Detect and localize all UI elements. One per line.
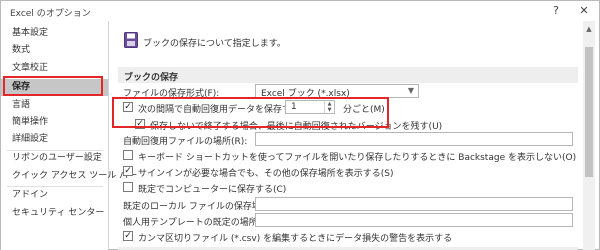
save-to-computer-label: 既定でコンピューターに保存する(C)	[138, 185, 287, 195]
options-dialog: Excel のオプション ? ✕ 基本設定 数式 文章校正 保存 言語 簡単操作…	[0, 0, 600, 250]
highlight-box-autorecover	[112, 97, 389, 128]
save-to-computer-checkbox[interactable]	[123, 182, 133, 192]
show-signin-locations-checkbox[interactable]: ✓	[123, 166, 133, 176]
template-location-label: 個人用テンプレートの既定の場所(T):	[123, 218, 274, 228]
sidebar-item-accessibility[interactable]: 簡単操作	[1, 114, 108, 131]
panel-description: ブックの保存について指定します。	[143, 39, 286, 49]
close-icon[interactable]: ✕	[577, 4, 591, 18]
save-format-dropdown[interactable]: Excel ブック (*.xlsx) ▼	[255, 84, 419, 99]
save-options-panel: ブックの保存について指定します。 ブックの保存 ファイルの保存形式(F): Ex…	[110, 21, 580, 250]
title-bar: Excel のオプション ? ✕	[1, 1, 599, 21]
sidebar-item-customize-ribbon[interactable]: リボンのユーザー設定	[1, 150, 108, 167]
section-title: ブックの保存	[124, 73, 179, 83]
options-sidebar: 基本設定 数式 文章校正 保存 言語 簡単操作 詳細設定 リボンのユーザー設定 …	[1, 21, 137, 250]
sidebar-item-quick-access-toolbar[interactable]: クイック アクセス ツール バー	[1, 168, 137, 185]
content-scrollbar[interactable]: ▲	[583, 21, 595, 250]
sidebar-item-formulas[interactable]: 数式	[1, 42, 108, 59]
no-backstage-checkbox[interactable]	[123, 150, 133, 160]
sidebar-item-general[interactable]: 基本設定	[1, 25, 108, 42]
sidebar-item-addins[interactable]: アドイン	[1, 187, 108, 204]
chevron-down-icon: ▼	[407, 86, 414, 95]
csv-warning-label: カンマ区切りファイル (*.csv) を編集するときにデータ損失の警告を表示する	[138, 234, 453, 244]
scrollbar-thumb[interactable]	[585, 47, 593, 177]
sidebar-item-trust-center[interactable]: セキュリティ センター	[1, 205, 108, 222]
local-file-location-input[interactable]	[255, 197, 573, 211]
highlight-box-save	[3, 76, 103, 96]
template-location-input[interactable]	[255, 213, 573, 227]
sidebar-item-language[interactable]: 言語	[1, 97, 108, 114]
autorecover-location-input[interactable]	[255, 132, 573, 146]
help-icon[interactable]: ?	[549, 4, 563, 18]
window-title: Excel のオプション	[10, 9, 91, 19]
section-header: ブックの保存	[118, 67, 578, 83]
csv-warning-checkbox[interactable]: ✓	[123, 231, 133, 241]
sidebar-item-proofing[interactable]: 文章校正	[1, 60, 108, 77]
no-backstage-label: キーボード ショートカットを使ってファイルを開いたり保存したりするときに Bac…	[138, 153, 577, 163]
sidebar-item-advanced[interactable]: 詳細設定	[1, 131, 108, 148]
scroll-up-icon[interactable]: ▲	[583, 23, 595, 35]
show-signin-locations-label: サインインが必要な場合でも、その他の保存場所を表示する(S)	[138, 169, 394, 179]
autorecover-location-label: 自動回復用ファイルの場所(R):	[123, 137, 248, 147]
save-disk-icon	[124, 32, 138, 48]
